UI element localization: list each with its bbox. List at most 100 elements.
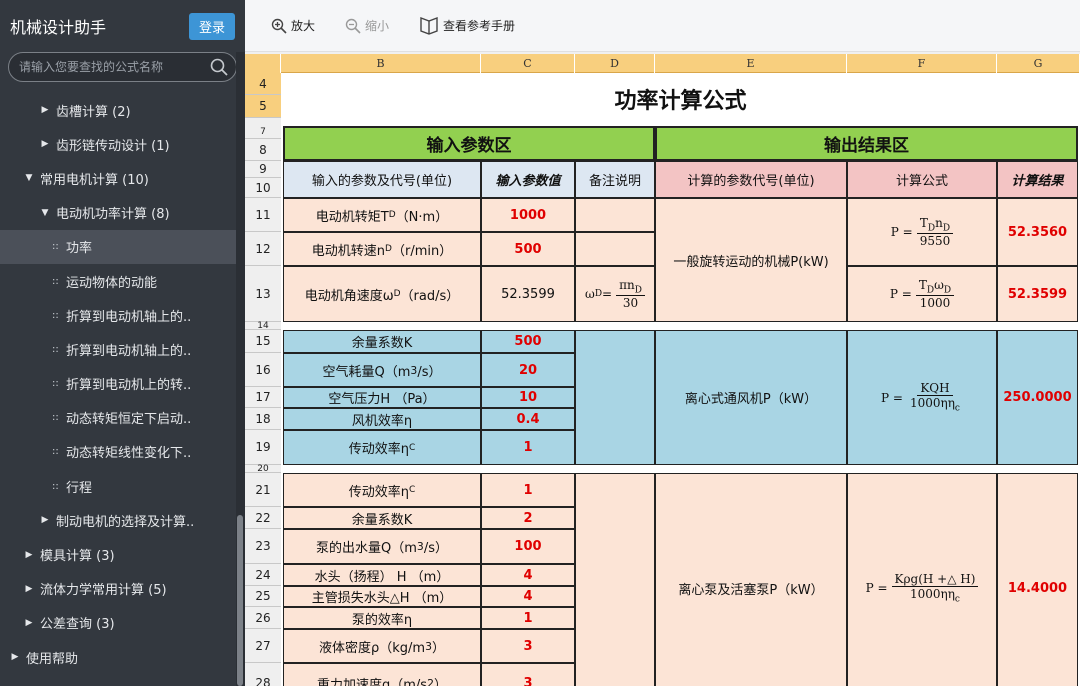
value-cell[interactable]: 500	[481, 330, 575, 353]
row-header[interactable]: 19	[245, 430, 281, 465]
value-cell[interactable]: 3	[481, 629, 575, 663]
row-header[interactable]: 18	[245, 408, 281, 430]
column-header[interactable]: D	[575, 54, 655, 73]
value-cell[interactable]: 0.4	[481, 408, 575, 430]
tree-item[interactable]: :: 折算到电动机轴上的..	[0, 298, 236, 332]
value-cell[interactable]: 1000	[481, 198, 575, 232]
tree-item[interactable]: ▶ 齿槽计算 (2)	[0, 93, 236, 127]
output-zone-header[interactable]: 输出结果区	[655, 126, 1078, 161]
row-header[interactable]: 25	[245, 586, 281, 607]
row-header[interactable]: 14	[245, 321, 281, 331]
row-header[interactable]: 26	[245, 607, 281, 629]
formula-cell[interactable]: P = Kρg(H +△ H) 1000ηηc	[847, 473, 997, 686]
row-header[interactable]: 16	[245, 353, 281, 387]
row-header[interactable]: 4	[245, 73, 281, 95]
param-cell[interactable]: 主管损失水头△H （m）	[283, 586, 481, 607]
search-input[interactable]	[9, 53, 199, 81]
value-cell[interactable]: 4	[481, 586, 575, 607]
column-header[interactable]: C	[481, 54, 575, 73]
header-formula[interactable]: 计算公式	[847, 161, 997, 198]
value-cell[interactable]: 3	[481, 663, 575, 686]
row-header[interactable]: 27	[245, 629, 281, 663]
param-cell[interactable]: 水头（扬程） H （m）	[283, 564, 481, 586]
note-cell[interactable]: ωD = πnD 30	[575, 266, 655, 322]
tree-item[interactable]: ▶ 使用帮助	[0, 640, 236, 674]
tree-item[interactable]: ▼ 电动机功率计算 (8)	[0, 196, 236, 230]
param-cell[interactable]: 泵的效率η	[283, 607, 481, 629]
tree-item[interactable]: :: 动态转矩恒定下启动..	[0, 401, 236, 435]
row-header[interactable]: 15	[245, 330, 281, 353]
formula-cell[interactable]: P = TDωD 1000	[847, 266, 997, 322]
header-value[interactable]: 输入参数值	[481, 161, 575, 198]
formula-cell[interactable]: P = KQH 1000ηηc	[847, 330, 997, 465]
param-cell[interactable]: 传动效率η C	[283, 430, 481, 465]
note-cell[interactable]	[575, 473, 655, 686]
tree-item[interactable]: :: 折算到电动机轴上的..	[0, 332, 236, 366]
column-header[interactable]: E	[655, 54, 847, 73]
note-cell[interactable]	[575, 198, 655, 232]
param-cell[interactable]: 风机效率η	[283, 408, 481, 430]
param-cell[interactable]: 液体密度ρ（kg/m 3）	[283, 629, 481, 663]
row-header[interactable]: 24	[245, 564, 281, 586]
value-cell[interactable]: 500	[481, 232, 575, 266]
tree-item[interactable]: ▼ 常用电机计算 (10)	[0, 161, 236, 195]
param-cell[interactable]: 空气耗量Q（m 3/s）	[283, 353, 481, 387]
column-header[interactable]: G	[997, 54, 1080, 73]
row-header[interactable]: 11	[245, 198, 281, 232]
row-header[interactable]: 10	[245, 178, 281, 198]
tree-item[interactable]: :: 动态转矩线性变化下..	[0, 435, 236, 469]
param-cell[interactable]: 电动机转矩T D （N·m）	[283, 198, 481, 232]
param-cell[interactable]: 电动机角速度ω D （rad/s）	[283, 266, 481, 322]
header-note[interactable]: 备注说明	[575, 161, 655, 198]
row-header[interactable]: 17	[245, 387, 281, 408]
tree-item[interactable]: ▶ 制动电机的选择及计算..	[0, 503, 236, 537]
value-cell[interactable]: 100	[481, 529, 575, 564]
row-header[interactable]: 21	[245, 473, 281, 507]
param-cell[interactable]: 泵的出水量Q（m 3/s）	[283, 529, 481, 564]
column-header[interactable]: F	[847, 54, 997, 73]
zoom-in-button[interactable]: 放大	[271, 17, 315, 34]
tree-item[interactable]: :: 功率	[0, 229, 236, 264]
tree-item[interactable]: ▶ 公差查询 (3)	[0, 606, 236, 640]
value-cell[interactable]: 10	[481, 387, 575, 408]
title-cell[interactable]: 功率计算公式	[281, 73, 1080, 125]
result-cell[interactable]: 250.0000	[997, 330, 1078, 465]
param-cell[interactable]: 重力加速度g（m/s 2）	[283, 663, 481, 686]
sidebar-scrollbar-thumb[interactable]	[237, 515, 243, 686]
header-out-param[interactable]: 计算的参数代号(单位)	[655, 161, 847, 198]
tree-item[interactable]: ▶ 模具计算 (3)	[0, 537, 236, 571]
output-param-cell[interactable]: 离心式通风机P（kW）	[655, 330, 847, 465]
row-header[interactable]: 8	[245, 139, 281, 161]
param-cell[interactable]: 余量系数K	[283, 330, 481, 353]
zoom-out-button[interactable]: 缩小	[345, 17, 389, 34]
login-button[interactable]: 登录	[188, 12, 235, 40]
row-header[interactable]: 22	[245, 507, 281, 529]
value-cell[interactable]: 20	[481, 353, 575, 387]
param-cell[interactable]: 传动效率η C	[283, 473, 481, 507]
output-param-cell[interactable]: 离心泵及活塞泵P（kW）	[655, 473, 847, 686]
manual-button[interactable]: 查看参考手册	[419, 16, 515, 35]
row-header[interactable]: 7	[245, 126, 281, 139]
tree-item[interactable]: :: 行程	[0, 469, 236, 503]
value-cell[interactable]: 1	[481, 430, 575, 465]
tree-item[interactable]: ▶ 齿形链传动设计 (1)	[0, 127, 236, 161]
param-cell[interactable]: 电动机转速n D （r/min）	[283, 232, 481, 266]
column-header[interactable]: B	[281, 54, 481, 73]
value-cell[interactable]: 1	[481, 607, 575, 629]
value-cell[interactable]: 2	[481, 507, 575, 529]
search-icon[interactable]	[210, 58, 228, 76]
value-cell[interactable]: 1	[481, 473, 575, 507]
search-box[interactable]	[8, 52, 237, 82]
row-header[interactable]: 20	[245, 464, 281, 474]
tree-item[interactable]: ▶ 流体力学常用计算 (5)	[0, 572, 236, 606]
row-header[interactable]: 23	[245, 529, 281, 564]
tree-item[interactable]: :: 运动物体的动能	[0, 264, 236, 298]
result-cell[interactable]: 52.3599	[997, 266, 1078, 322]
output-param-cell[interactable]: 一般旋转运动的机械P(kW)	[655, 198, 847, 322]
tree-item[interactable]: :: 折算到电动机上的转..	[0, 367, 236, 401]
note-cell[interactable]	[575, 330, 655, 465]
param-cell[interactable]: 余量系数K	[283, 507, 481, 529]
formula-cell[interactable]: P = TDnD 9550	[847, 198, 997, 266]
value-cell[interactable]: 4	[481, 564, 575, 586]
input-zone-header[interactable]: 输入参数区	[283, 126, 655, 161]
